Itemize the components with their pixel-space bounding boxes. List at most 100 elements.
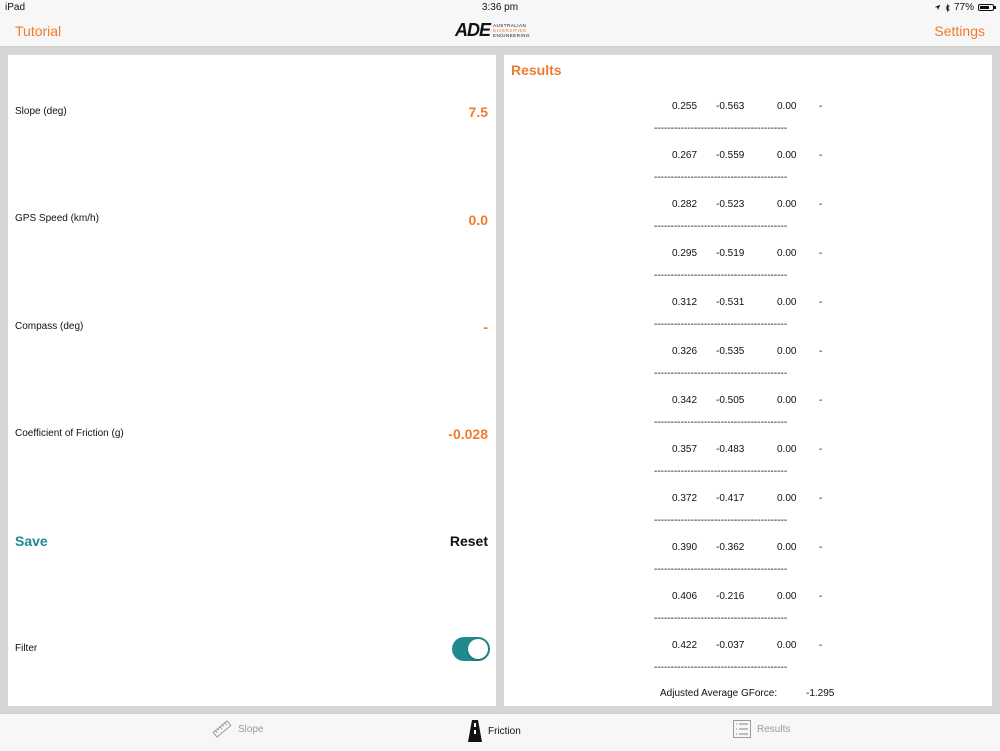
result-cell: -0.417 <box>716 493 745 504</box>
result-separator: ---------------------------------------- <box>654 515 788 526</box>
bluetooth-icon <box>945 3 950 12</box>
result-cell: 0.00 <box>777 150 797 161</box>
tab-slope-label: Slope <box>238 723 264 735</box>
tab-bar: Slope Friction Results <box>0 713 1000 751</box>
battery-percent: 77% <box>953 2 974 13</box>
result-row: 0.295 -0.519 0.00- ------------------------… <box>654 246 854 295</box>
battery-fill <box>980 6 989 9</box>
result-cell: 0.00 <box>777 199 797 210</box>
result-cell: 0.00 <box>777 542 797 553</box>
gps-speed-value: 0.0 <box>468 212 488 228</box>
result-cell: -0.523 <box>716 199 745 210</box>
result-cell: 0.00 <box>777 248 797 259</box>
result-cell: 0.372 <box>672 493 698 504</box>
result-separator: ---------------------------------------- <box>654 417 788 428</box>
result-separator: ---------------------------------------- <box>654 123 788 134</box>
tab-results[interactable]: Results <box>733 720 790 738</box>
result-cell: - <box>819 199 823 210</box>
tab-results-label: Results <box>757 723 791 735</box>
result-cell: 0.00 <box>777 101 797 112</box>
result-cell: -0.559 <box>716 150 745 161</box>
result-separator: ---------------------------------------- <box>654 172 788 183</box>
filter-label: Filter <box>15 643 38 654</box>
results-list[interactable]: 0.255 -0.563 0.00- ------------------------… <box>654 99 854 687</box>
result-cell: -0.531 <box>716 297 745 308</box>
result-separator: ---------------------------------------- <box>654 270 788 281</box>
result-cell: - <box>819 542 823 553</box>
result-row: 0.326 -0.535 0.00- ------------------------… <box>654 344 854 393</box>
result-cell: 0.00 <box>777 493 797 504</box>
battery-icon <box>978 4 996 11</box>
result-cell: - <box>819 640 823 651</box>
compass-value: - <box>483 319 488 335</box>
status-bar: iPad 3:36 pm 77% <box>0 0 1000 16</box>
result-cell: 0.00 <box>777 591 797 602</box>
result-cell: 0.312 <box>672 297 698 308</box>
result-cell: -0.362 <box>716 542 745 553</box>
toggle-knob <box>468 639 488 659</box>
result-cell: - <box>819 493 823 504</box>
result-cell: 0.00 <box>777 640 797 651</box>
result-cell: -0.563 <box>716 101 745 112</box>
filter-toggle[interactable] <box>452 637 490 661</box>
result-cell: 0.390 <box>672 542 698 553</box>
result-row: 0.406 -0.216 0.00- ------------------------… <box>654 589 854 638</box>
slope-value: 7.5 <box>468 104 488 120</box>
result-row: 0.372 -0.417 0.00- ------------------------… <box>654 491 854 540</box>
location-icon <box>934 4 941 11</box>
status-time: 3:36 pm <box>481 2 519 13</box>
result-cell: -0.519 <box>716 248 745 259</box>
tab-slope[interactable]: Slope <box>212 720 264 738</box>
result-separator: ---------------------------------------- <box>654 221 788 232</box>
result-cell: 0.267 <box>672 150 698 161</box>
gps-speed-label: GPS Speed (km/h) <box>15 213 99 224</box>
result-separator: ---------------------------------------- <box>654 662 788 673</box>
result-cell: 0.295 <box>672 248 698 259</box>
result-separator: ---------------------------------------- <box>654 613 788 624</box>
result-cell: 0.326 <box>672 346 698 357</box>
list-icon <box>733 720 751 738</box>
result-cell: -0.505 <box>716 395 745 406</box>
tutorial-button[interactable]: Tutorial <box>15 23 61 39</box>
result-separator: ---------------------------------------- <box>654 319 788 330</box>
results-summary: Adjusted Average GForce: -1.295 <box>660 688 834 699</box>
results-title: Results <box>511 62 562 78</box>
logo-mark: ADE <box>455 20 491 40</box>
result-cell: -0.535 <box>716 346 745 357</box>
result-row: 0.312 -0.531 0.00- ------------------------… <box>654 295 854 344</box>
result-row: 0.390 -0.362 0.00- ------------------------… <box>654 540 854 589</box>
result-cell: 0.406 <box>672 591 698 602</box>
slope-label: Slope (deg) <box>15 106 67 117</box>
save-button[interactable]: Save <box>15 533 48 549</box>
result-separator: ---------------------------------------- <box>654 466 788 477</box>
result-cell: 0.357 <box>672 444 698 455</box>
friction-value: -0.028 <box>448 426 488 442</box>
settings-button[interactable]: Settings <box>934 23 985 39</box>
result-cell: 0.00 <box>777 395 797 406</box>
friction-panel: Slope (deg) 7.5 GPS Speed (km/h) 0.0 Com… <box>8 55 496 706</box>
result-cell: 0.00 <box>777 444 797 455</box>
result-row: 0.342 -0.505 0.00- ------------------------… <box>654 393 854 442</box>
result-cell: 0.00 <box>777 346 797 357</box>
tab-friction[interactable]: Friction <box>468 720 521 742</box>
ruler-icon <box>212 720 232 738</box>
result-cell: - <box>819 248 823 259</box>
result-cell: 0.422 <box>672 640 698 651</box>
logo-line-3: ENGINEERING <box>493 33 531 38</box>
compass-label: Compass (deg) <box>15 321 84 332</box>
result-cell: - <box>819 444 823 455</box>
result-cell: - <box>819 150 823 161</box>
status-right: 77% <box>934 2 996 13</box>
result-cell: -0.037 <box>716 640 745 651</box>
result-cell: - <box>819 101 823 112</box>
result-cell: - <box>819 346 823 357</box>
results-panel: Results 0.255 -0.563 0.00- ----------------… <box>504 55 992 706</box>
result-separator: ---------------------------------------- <box>654 368 788 379</box>
nav-bar: Tutorial ADE AUSTRALIAN DIVERSIFIED ENGI… <box>0 16 1000 47</box>
result-cell: - <box>819 395 823 406</box>
result-row: 0.357 -0.483 0.00- ------------------------… <box>654 442 854 491</box>
result-separator: ---------------------------------------- <box>654 564 788 575</box>
result-cell: - <box>819 297 823 308</box>
reset-button[interactable]: Reset <box>450 533 488 549</box>
result-row: 0.267 -0.559 0.00- ------------------------… <box>654 148 854 197</box>
